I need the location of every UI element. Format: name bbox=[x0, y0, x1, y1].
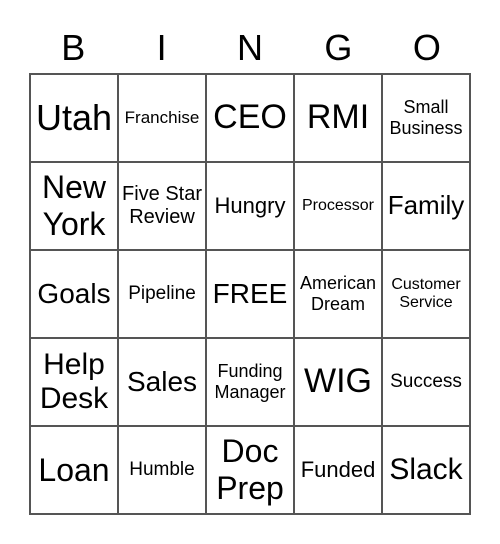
bingo-header: B I N G O bbox=[29, 26, 471, 70]
bingo-cell[interactable]: Family bbox=[382, 162, 470, 250]
bingo-cell[interactable]: American Dream bbox=[294, 250, 382, 338]
bingo-cell[interactable]: WIG bbox=[294, 338, 382, 426]
bingo-cell[interactable]: RMI bbox=[294, 74, 382, 162]
bingo-cell[interactable]: Help Desk bbox=[30, 338, 118, 426]
bingo-cell[interactable]: CEO bbox=[206, 74, 294, 162]
bingo-cell[interactable]: New York bbox=[30, 162, 118, 250]
bingo-grid: Utah Franchise CEO RMI Small Business New Yor… bbox=[29, 73, 471, 515]
header-letter-n: N bbox=[237, 27, 264, 68]
bingo-cell[interactable]: Goals bbox=[30, 250, 118, 338]
bingo-cell[interactable]: Utah bbox=[30, 74, 118, 162]
header-letter-o: O bbox=[412, 27, 441, 68]
bingo-cell[interactable]: Humble bbox=[118, 426, 206, 514]
bingo-cell[interactable]: Customer Service bbox=[382, 250, 470, 338]
bingo-cell[interactable]: Pipeline bbox=[118, 250, 206, 338]
header-letter-b: B bbox=[61, 27, 86, 68]
bingo-cell[interactable]: Processor bbox=[294, 162, 382, 250]
bingo-cell[interactable]: Funded bbox=[294, 426, 382, 514]
header-letter-g: G bbox=[324, 27, 353, 68]
header-letter-i: I bbox=[156, 27, 167, 68]
bingo-cell[interactable]: Loan bbox=[30, 426, 118, 514]
bingo-cell[interactable]: Sales bbox=[118, 338, 206, 426]
bingo-cell[interactable]: Doc Prep bbox=[206, 426, 294, 514]
bingo-cell[interactable]: Success bbox=[382, 338, 470, 426]
bingo-cell[interactable]: Hungry bbox=[206, 162, 294, 250]
bingo-cell[interactable]: FREE bbox=[206, 250, 294, 338]
bingo-cell[interactable]: Five Star Review bbox=[118, 162, 206, 250]
bingo-cell[interactable]: Franchise bbox=[118, 74, 206, 162]
bingo-cell[interactable]: Small Business bbox=[382, 74, 470, 162]
bingo-cell[interactable]: Funding Manager bbox=[206, 338, 294, 426]
bingo-cell[interactable]: Slack bbox=[382, 426, 470, 514]
